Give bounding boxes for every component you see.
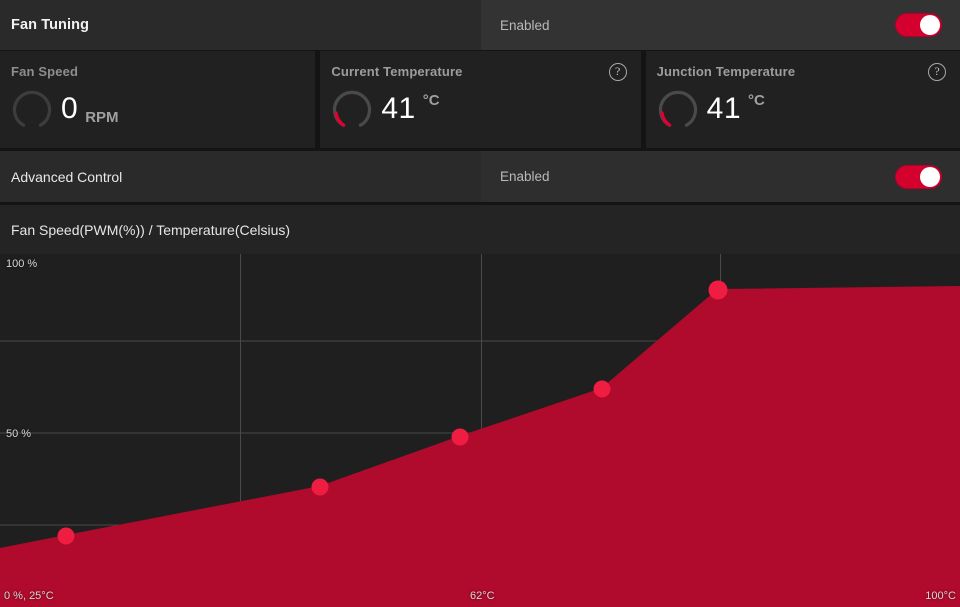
fan-tuning-header-row: Fan Tuning Enabled bbox=[0, 0, 960, 50]
junction-temperature-panel: Junction Temperature ? 41 °C bbox=[645, 51, 960, 148]
current-temperature-panel: Current Temperature ? 41 °C bbox=[320, 51, 641, 148]
fan-curve-point bbox=[57, 527, 75, 545]
current-temperature-gauge-icon bbox=[333, 90, 372, 127]
current-temperature-readout: 41 °C bbox=[331, 88, 626, 130]
fan-speed-readout: 0 RPM bbox=[11, 88, 301, 130]
fan-tuning-state-label: Enabled bbox=[500, 17, 550, 33]
current-temperature-value: 41 bbox=[381, 92, 416, 125]
fan-speed-value: 0 bbox=[61, 92, 79, 125]
fan-curve-area bbox=[0, 287, 960, 607]
advanced-control-title-cell: Advanced Control bbox=[0, 151, 481, 202]
current-temperature-label: Current Temperature bbox=[331, 64, 463, 79]
chart-header: Fan Speed(PWM(%)) / Temperature(Celsius) bbox=[0, 205, 960, 254]
fan-tuning-toggle[interactable] bbox=[895, 13, 942, 37]
fan-tuning-title-cell: Fan Tuning bbox=[0, 0, 481, 50]
fan-speed-unit: RPM bbox=[85, 109, 119, 126]
toggle-knob bbox=[920, 15, 940, 35]
page-title: Fan Tuning bbox=[11, 17, 90, 33]
advanced-control-row: Advanced Control Enabled bbox=[0, 151, 960, 202]
help-icon[interactable]: ? bbox=[928, 63, 946, 81]
junction-temperature-unit: °C bbox=[748, 92, 765, 109]
fan-tuning-page: Fan Tuning Enabled Fan Speed 0 RPM Curre… bbox=[0, 0, 960, 607]
chart-title: Fan Speed(PWM(%)) / Temperature(Celsius) bbox=[11, 221, 291, 238]
junction-temperature-value: 41 bbox=[706, 92, 742, 125]
fan-speed-gauge-icon bbox=[12, 90, 52, 127]
current-temperature-unit: °C bbox=[422, 92, 440, 109]
advanced-control-toggle[interactable] bbox=[895, 164, 942, 189]
junction-temperature-gauge-icon bbox=[658, 90, 697, 127]
fan-curve-plot[interactable] bbox=[0, 254, 960, 607]
fan-curve-point bbox=[593, 380, 611, 398]
toggle-knob bbox=[920, 166, 940, 187]
advanced-control-state-label: Enabled bbox=[500, 169, 550, 184]
stat-panels: Fan Speed 0 RPM Current Temperature ? 41… bbox=[0, 51, 960, 148]
fan-speed-panel: Fan Speed 0 RPM bbox=[0, 51, 316, 148]
fan-curve-point bbox=[311, 478, 329, 496]
advanced-control-toggle-cell[interactable]: Enabled bbox=[481, 151, 960, 202]
fan-curve-point bbox=[708, 280, 728, 300]
junction-temperature-readout: 41 °C bbox=[657, 88, 946, 130]
fan-curve-chart[interactable]: 100 % 50 % 0 %, 25°C 62°C 100°C bbox=[0, 254, 960, 607]
junction-temperature-label: Junction Temperature bbox=[656, 64, 796, 79]
fan-tuning-toggle-cell[interactable]: Enabled bbox=[481, 0, 960, 50]
advanced-control-label: Advanced Control bbox=[11, 168, 123, 185]
fan-speed-label: Fan Speed bbox=[11, 64, 79, 79]
fan-curve-point bbox=[451, 428, 469, 446]
help-icon[interactable]: ? bbox=[608, 63, 627, 81]
